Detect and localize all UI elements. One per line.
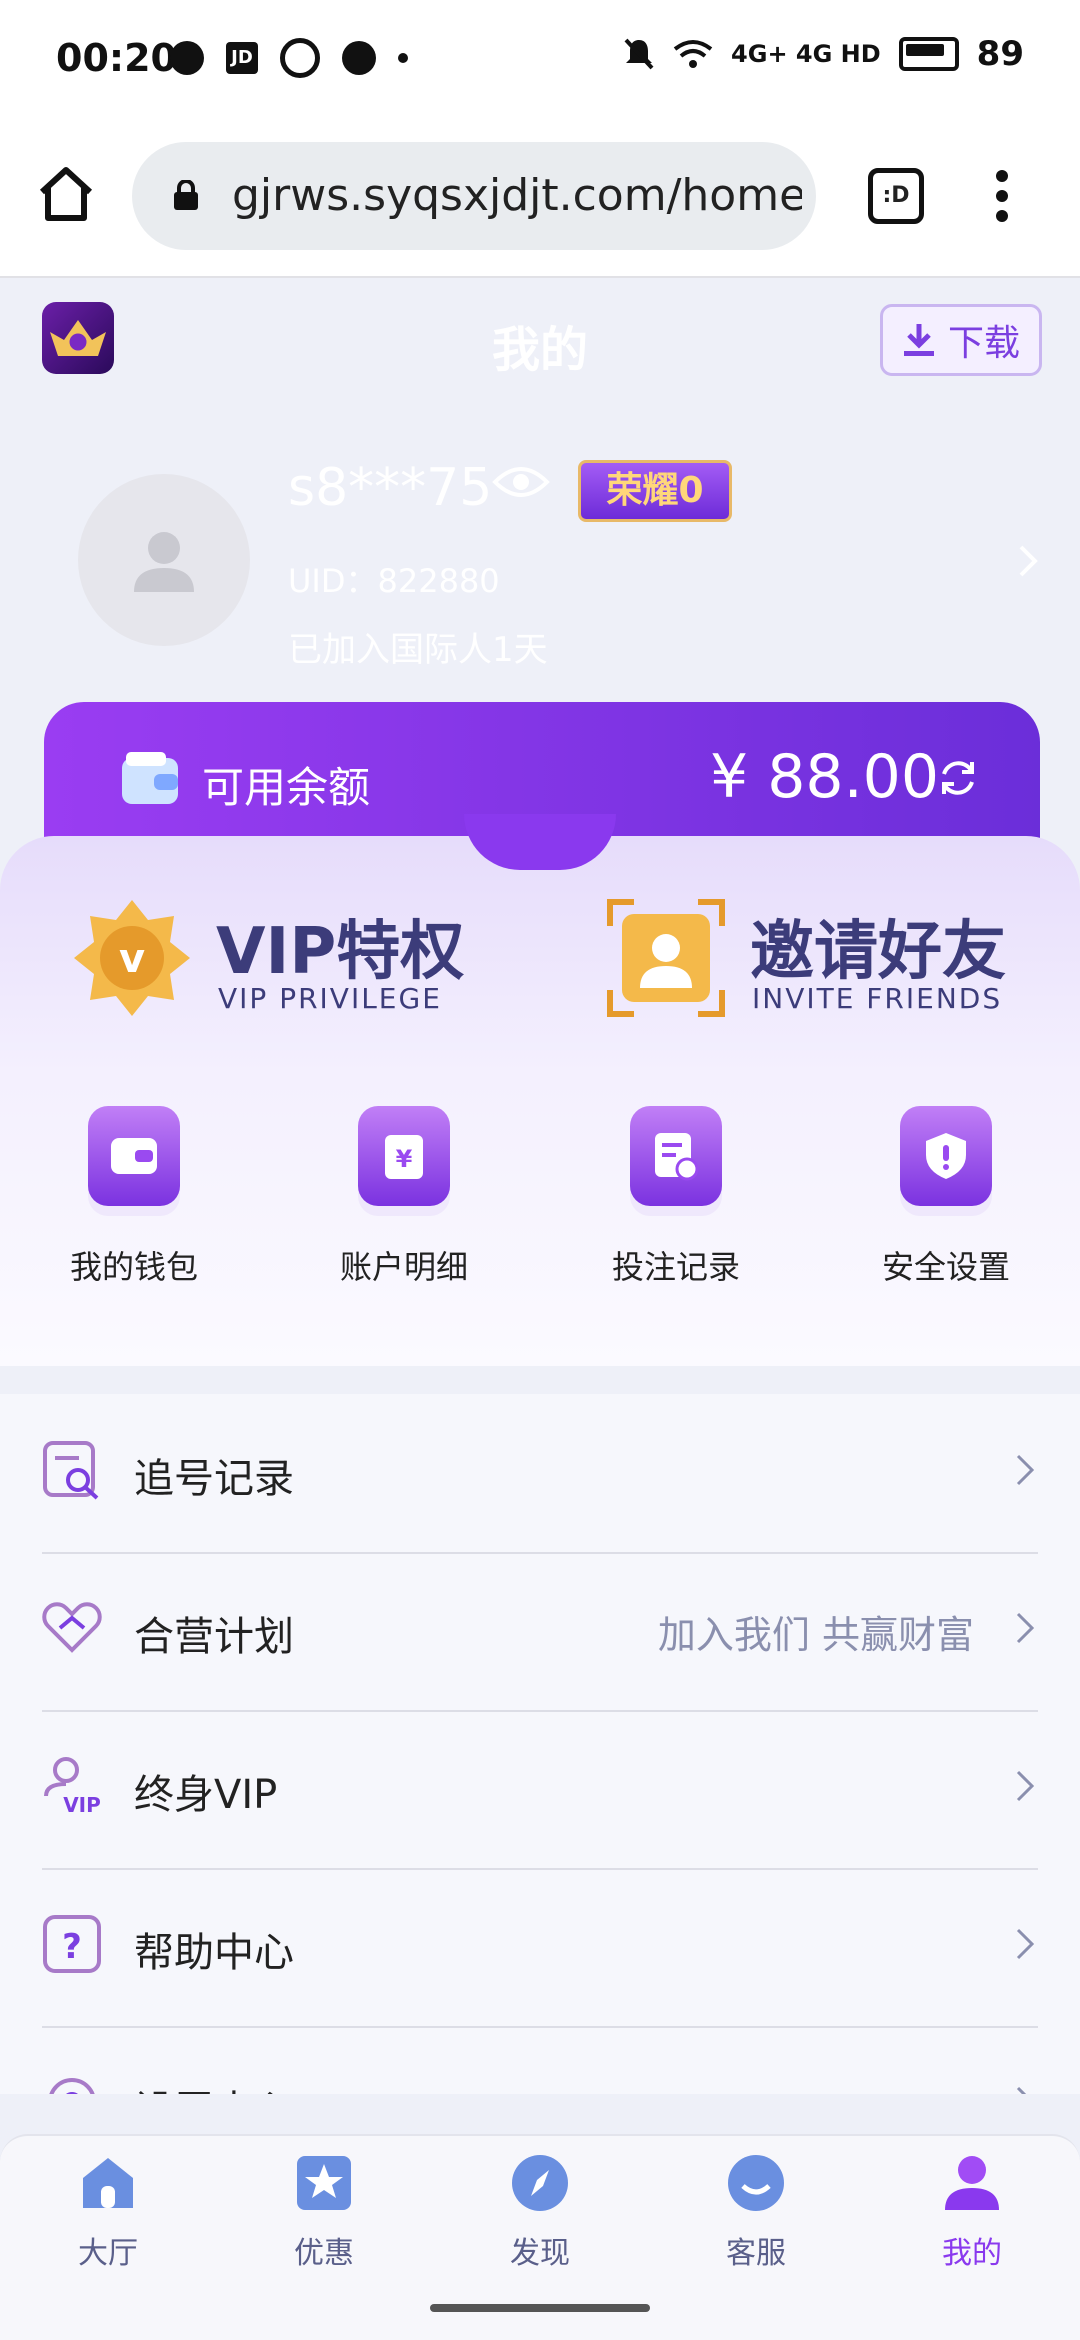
nav-label: 大厅 (78, 2236, 138, 2271)
vip-user-icon: VIP (44, 1757, 101, 1817)
bet-record-icon (630, 1106, 722, 1206)
menu-item-chase-record[interactable]: 追号记录 (42, 1394, 1038, 1554)
url-text[interactable]: gjrws.syqsxjdjt.com/home/ (232, 170, 802, 221)
invite-title[interactable]: 邀请好友 (750, 900, 1006, 992)
nav-discover[interactable]: 发现 (470, 2152, 610, 2272)
more-menu-icon[interactable] (996, 170, 1010, 224)
nav-label: 客服 (726, 2236, 786, 2271)
user-id: UID：822880 (288, 562, 500, 600)
default-avatar-icon (134, 532, 194, 592)
system-status: 4G+ 4G HD 89 (623, 34, 1024, 74)
menu-item-label: 设置中心 (134, 2078, 294, 2094)
home-icon[interactable] (36, 164, 96, 224)
joined-days: 已加入国际人1天 (288, 630, 548, 670)
quick-action-label: 投注记录 (611, 1248, 740, 1286)
help-icon: ? (43, 1915, 101, 1973)
avatar[interactable] (78, 474, 250, 646)
search-record-icon (43, 1441, 99, 1500)
vip-privilege-card[interactable]: v (70, 896, 194, 1024)
wifi-icon (673, 40, 713, 68)
more-notifications-icon (398, 53, 408, 63)
address-bar[interactable]: gjrws.syqsxjdjt.com/home/ (132, 142, 816, 250)
chevron-right-icon (1016, 2086, 1027, 2094)
nav-promo[interactable]: 优惠 (254, 2152, 394, 2272)
menu-item-label: 合营计划 (134, 1614, 294, 1660)
chat-notification-icon (170, 41, 204, 75)
notification-icons: JD (170, 38, 408, 78)
download-label: 下载 (947, 323, 1020, 364)
settings-icon (49, 2078, 95, 2094)
wallet-icon (88, 1106, 180, 1206)
wallet-icon (122, 752, 178, 804)
quick-action-account-detail[interactable]: ¥ 账户明细 (304, 1106, 504, 1288)
invite-friends-icon (607, 899, 725, 1017)
honor-badge: 荣耀0 (578, 460, 732, 522)
menu-item-lifetime-vip[interactable]: VIP 终身VIP (42, 1710, 1038, 1870)
svg-text:v: v (119, 936, 145, 982)
chevron-right-icon (1016, 1612, 1034, 1644)
chevron-right-icon (1016, 1454, 1034, 1486)
svg-text:VIP: VIP (63, 1793, 101, 1817)
profile-icon (945, 2156, 999, 2210)
vip-title[interactable]: VIP特权 (216, 900, 464, 992)
bottom-navigation: 大厅 优惠 发现 客服 我的 (0, 2134, 1080, 2276)
chevron-right-icon (1016, 1770, 1034, 1802)
quick-action-label: 我的钱包 (69, 1248, 198, 1286)
refresh-icon[interactable] (936, 756, 980, 800)
download-button[interactable]: 下载 (880, 304, 1042, 376)
promo-icon (297, 2156, 351, 2210)
network-indicator: 4G+ 4G HD (731, 40, 881, 68)
menu-item-help-center[interactable]: ? 帮助中心 (42, 1868, 1038, 2028)
vip-badge-icon: v (74, 900, 190, 1016)
menu-item-partnership[interactable]: 合营计划 加入我们 共赢财富 (42, 1552, 1038, 1712)
handshake-icon (42, 1602, 102, 1653)
menu-item-settings[interactable]: 设置中心 (42, 2026, 1038, 2094)
quick-action-security[interactable]: 安全设置 (846, 1106, 1046, 1288)
jd-app-icon: JD (226, 42, 258, 74)
service-icon (728, 2155, 784, 2211)
account-detail-icon: ¥ (358, 1106, 450, 1206)
nav-label: 我的 (942, 2236, 1002, 2271)
nav-label: 发现 (510, 2236, 570, 2271)
discover-icon (512, 2155, 568, 2211)
eye-icon[interactable] (492, 462, 550, 502)
menu-item-label: 帮助中心 (134, 1930, 294, 1976)
chevron-right-icon[interactable] (1018, 544, 1038, 578)
quick-action-bet-record[interactable]: 投注记录 (576, 1106, 776, 1288)
status-bar: 00:20 JD 4G+ 4G HD 89 (0, 0, 1080, 120)
menu-item-label: 追号记录 (134, 1456, 294, 1502)
nav-lobby[interactable]: 大厅 (38, 2152, 178, 2272)
invite-subtitle: INVITE FRIENDS (752, 982, 1003, 1015)
vip-subtitle: VIP PRIVILEGE (218, 982, 442, 1015)
menu-list: 追号记录 合营计划 加入我们 共赢财富 VIP 终身VIP ? 帮助中心 设置中… (0, 1394, 1080, 2094)
nav-profile[interactable]: 我的 (902, 2152, 1042, 2272)
nav-label: 优惠 (294, 2236, 354, 2271)
browser-toolbar: gjrws.syqsxjdjt.com/home/ :D (0, 120, 1080, 278)
security-icon (900, 1106, 992, 1206)
tab-switcher-button[interactable]: :D (868, 168, 924, 224)
home-indicator[interactable] (430, 2304, 650, 2312)
svg-text:?: ? (62, 1927, 82, 1967)
download-icon (903, 324, 934, 356)
lobby-icon (83, 2158, 133, 2208)
svg-text:¥: ¥ (396, 1145, 413, 1173)
quick-action-label: 安全设置 (881, 1248, 1010, 1286)
cloud-alert-icon (342, 41, 376, 75)
lock-icon (174, 180, 198, 210)
nav-service[interactable]: 客服 (686, 2152, 826, 2272)
balance-value: ¥ 88.00 (710, 742, 940, 812)
status-time: 00:20 (56, 36, 177, 80)
mute-icon (624, 38, 654, 70)
quick-action-wallet[interactable]: 我的钱包 (34, 1106, 234, 1288)
battery-icon (898, 37, 959, 71)
menu-item-label: 终身VIP (134, 1772, 278, 1818)
quick-action-label: 账户明细 (339, 1248, 468, 1286)
username: s8***75 (288, 458, 493, 518)
balance-label: 可用余额 (202, 763, 371, 812)
q-app-icon (280, 38, 320, 78)
invite-friends-card[interactable] (604, 896, 728, 1024)
menu-item-hint: 加入我们 共赢财富 (657, 1613, 974, 1657)
chevron-right-icon (1016, 1928, 1034, 1960)
battery-level: 89 (976, 34, 1024, 74)
